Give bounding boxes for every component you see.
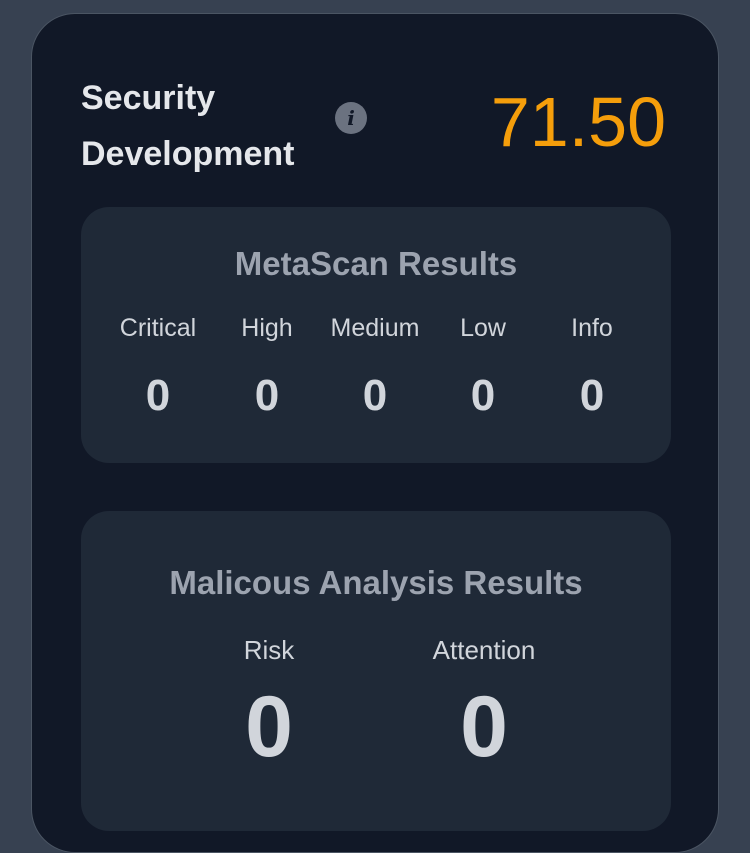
title-line-1: Security: [81, 79, 216, 117]
metascan-high: High 0: [207, 313, 327, 421]
metascan-high-label: High: [241, 314, 293, 342]
metascan-info-value: 0: [579, 371, 605, 420]
metascan-low: Low 0: [423, 313, 543, 421]
metascan-info-label: Info: [571, 314, 613, 342]
malicious-analysis-title: Malicous Analysis Results: [169, 564, 583, 601]
malicious-attention-value: 0: [460, 679, 508, 775]
metascan-medium-value: 0: [362, 371, 388, 420]
metascan-title: MetaScan Results: [234, 245, 518, 282]
info-icon[interactable]: i: [335, 102, 367, 134]
metascan-low-label: Low: [460, 314, 506, 342]
metascan-results-panel: MetaScan Results Critical 0 High 0 Mediu…: [81, 207, 671, 463]
metascan-critical: Critical 0: [98, 313, 218, 421]
metascan-critical-label: Critical: [119, 314, 197, 342]
security-score: 71.50: [490, 83, 666, 161]
malicious-risk-label: Risk: [243, 635, 295, 665]
card-header: Security Development i 71.50: [32, 14, 718, 204]
metascan-low-value: 0: [470, 371, 496, 420]
title-line-2: Development: [81, 135, 295, 173]
malicious-risk: Risk 0: [169, 635, 369, 777]
malicious-attention: Attention 0: [384, 635, 584, 777]
metascan-info: Info 0: [532, 313, 652, 421]
metascan-critical-value: 0: [145, 371, 171, 420]
malicious-analysis-panel: Malicous Analysis Results Risk 0 Attenti…: [81, 511, 671, 831]
security-card: Security Development i 71.50 MetaScan Re…: [31, 13, 719, 853]
card-title: Security Development: [81, 70, 295, 182]
malicious-attention-label: Attention: [432, 635, 536, 665]
metascan-medium: Medium 0: [315, 313, 435, 421]
malicious-risk-value: 0: [245, 679, 293, 775]
metascan-high-value: 0: [254, 371, 280, 420]
metascan-medium-label: Medium: [330, 314, 420, 342]
